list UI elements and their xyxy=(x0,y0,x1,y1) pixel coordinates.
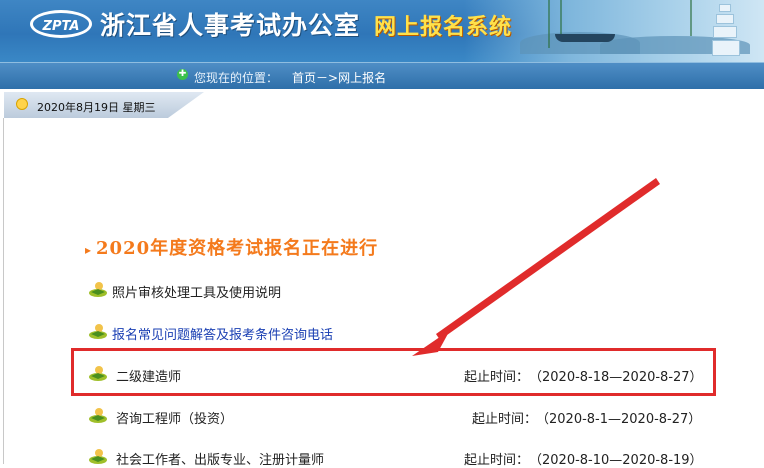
annotation-arrow-icon xyxy=(412,178,660,356)
